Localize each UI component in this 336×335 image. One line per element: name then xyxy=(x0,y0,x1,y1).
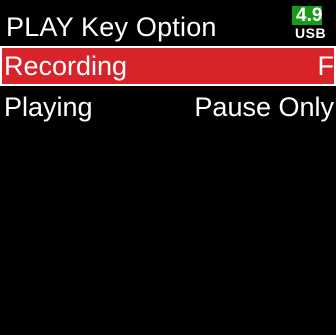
header: PLAY Key Option 4.9 USB xyxy=(0,0,336,44)
screen: PLAY Key Option 4.9 USB Recording F Play… xyxy=(0,0,336,335)
menu-item-value: F xyxy=(317,51,335,81)
page-title: PLAY Key Option xyxy=(6,12,217,42)
battery-voltage: 4.9 xyxy=(296,5,323,26)
menu-item-label: Recording xyxy=(4,51,128,81)
menu-item-playing[interactable]: Playing Pause Only xyxy=(0,88,336,126)
battery-indicator: 4.9 USB xyxy=(292,5,336,42)
option-list: Recording F Playing Pause Only xyxy=(0,46,336,128)
power-source-label: USB xyxy=(295,25,327,41)
menu-item-label: Playing xyxy=(4,92,93,122)
menu-item-recording[interactable]: Recording F xyxy=(0,46,336,86)
menu-item-value: Pause Only xyxy=(194,92,334,122)
